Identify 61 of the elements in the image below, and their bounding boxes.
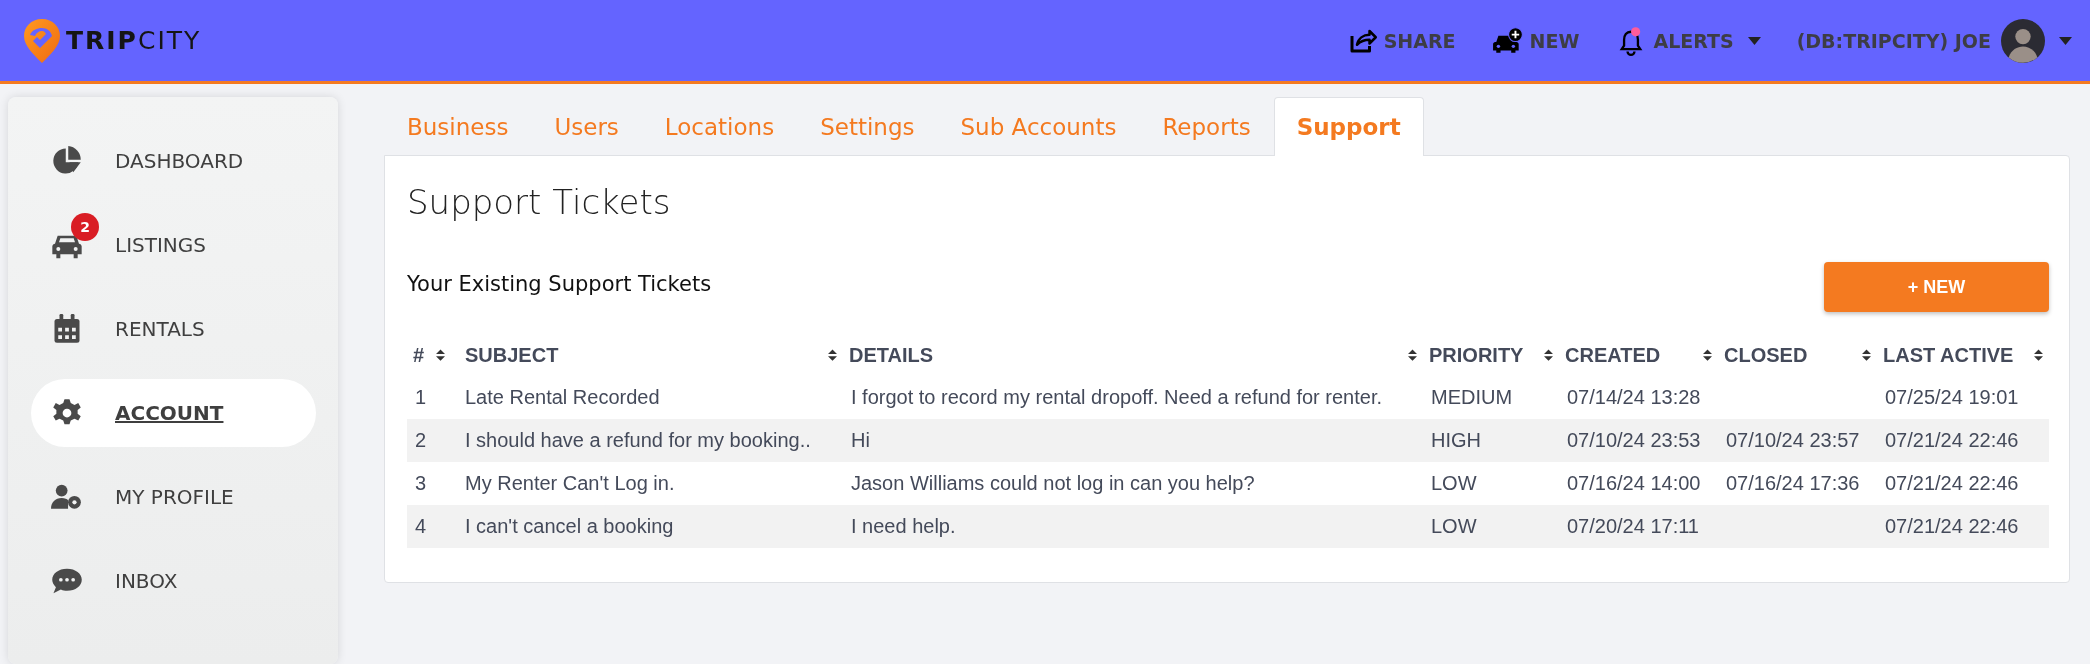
page-title: Support Tickets <box>407 182 672 222</box>
table-cell: 4 <box>415 515 427 537</box>
table-cell: Jason Williams could not log in can you help? <box>851 472 1255 494</box>
section-heading: Your Existing Support Tickets <box>407 272 712 296</box>
table-row[interactable]: 1 Late Rental Recorded I forgot to record my rental dropoff. Need a refund for renter. MEDIUM 07/14/24 13:28 07/25/24 19:01 <box>407 376 2049 419</box>
table-cell: 07/10/24 23:57 <box>1726 429 1860 451</box>
table-cell: 3 <box>415 472 427 494</box>
sidebar-item[interactable]: 2 LISTINGS <box>31 211 316 279</box>
table-row[interactable]: 4 I can't cancel a booking I need help. LOW 07/20/24 17:11 07/21/24 22:46 <box>407 505 2049 548</box>
table-cell: HIGH <box>1431 429 1481 451</box>
table-cell: LOW <box>1431 472 1477 494</box>
column-header[interactable]: LAST ACTIVE <box>1883 343 2014 367</box>
logo-text: TRIPCITY <box>66 26 202 55</box>
sort-icon <box>436 349 445 361</box>
sidebar-item[interactable]: DASHBOARD <box>31 127 316 195</box>
table-row[interactable]: 2 I should have a refund for my booking.. Hi HIGH 07/10/24 23:53 07/10/24 23:57 07/21/24 22:46 <box>407 419 2049 462</box>
table-cell: 07/21/24 22:46 <box>1885 472 2019 494</box>
column-header[interactable]: SUBJECT <box>465 343 559 367</box>
sidebar-item[interactable]: RENTALS <box>31 295 316 363</box>
sort-icon <box>1703 349 1712 361</box>
car-plus-icon <box>1491 25 1524 56</box>
sort-icon <box>828 349 837 361</box>
column-header[interactable]: DETAILS <box>849 343 934 367</box>
table-cell: LOW <box>1431 515 1477 537</box>
sort-icon <box>1862 349 1871 361</box>
table-cell: I should have a refund for my booking.. <box>465 429 811 451</box>
table-cell: 07/16/24 14:00 <box>1567 472 1701 494</box>
user-gear-icon <box>51 482 83 512</box>
column-header[interactable]: PRIORITY <box>1429 343 1524 367</box>
sort-icon <box>1408 349 1417 361</box>
table-cell: I forgot to record my rental dropoff. Need a refund for renter. <box>851 386 1383 408</box>
calendar-icon <box>51 314 83 344</box>
table-cell: 2 <box>415 429 427 451</box>
sidebar-item[interactable]: ACCOUNT <box>31 379 316 447</box>
count-badge: 2 <box>71 213 99 241</box>
table-cell: Late Rental Recorded <box>465 386 660 408</box>
table-cell: 07/10/24 23:53 <box>1567 429 1701 451</box>
column-header[interactable]: # <box>413 343 425 367</box>
column-header[interactable]: CREATED <box>1565 343 1661 367</box>
table-cell: 07/16/24 17:36 <box>1726 472 1860 494</box>
column-header[interactable]: CLOSED <box>1724 343 1808 367</box>
table-cell: 07/25/24 19:01 <box>1885 386 2019 408</box>
pin-logo-icon <box>22 16 62 65</box>
table-cell: 1 <box>415 386 427 408</box>
table-cell: I need help. <box>851 515 956 537</box>
table-cell: 07/21/24 22:46 <box>1885 515 2019 537</box>
chat-bubble-icon <box>51 566 83 596</box>
sidebar-item[interactable]: INBOX <box>31 547 316 615</box>
sort-icon <box>1544 349 1553 361</box>
pie-chart-icon <box>51 146 83 176</box>
table-cell: Hi <box>851 429 870 451</box>
sort-icon <box>2034 349 2043 361</box>
table-cell: 07/21/24 22:46 <box>1885 429 2019 451</box>
sidebar-item[interactable]: MY PROFILE <box>31 463 316 531</box>
table-cell: 07/20/24 17:11 <box>1567 515 1699 537</box>
table-row[interactable]: 3 My Renter Can't Log in. Jason Williams could not log in can you help? LOW 07/16/24 14:00 07/16/24 17:36 07/21/24 22:46 <box>407 462 2049 505</box>
avatar-icon <box>2001 18 2045 63</box>
table-cell: 07/14/24 13:28 <box>1567 386 1701 408</box>
table-cell: I can't cancel a booking <box>465 515 674 537</box>
table-cell: MEDIUM <box>1431 386 1513 408</box>
table-cell: My Renter Can't Log in. <box>465 472 675 494</box>
